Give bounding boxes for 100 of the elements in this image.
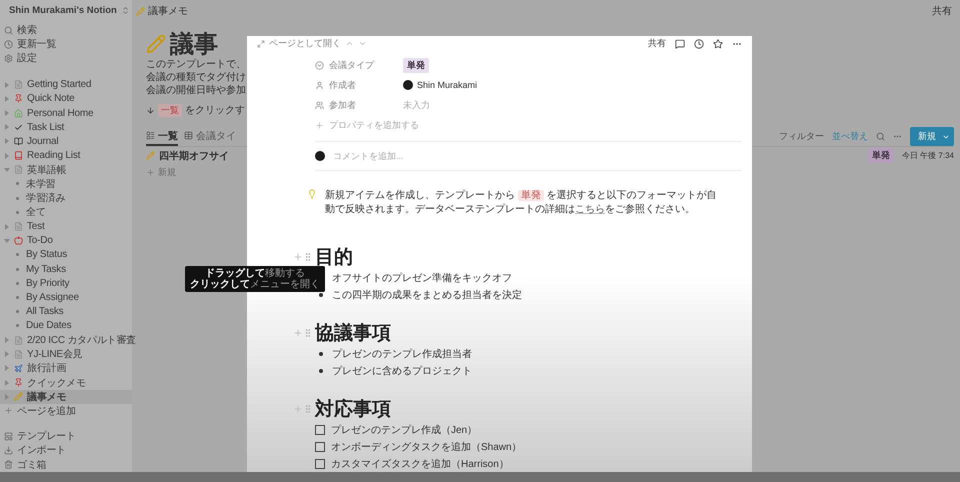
house-icon [14, 108, 23, 118]
description-text: このテンプレートで、 [146, 58, 246, 71]
caret-right-icon[interactable] [4, 152, 10, 159]
sidebar-page[interactable]: 未学習 [26, 176, 56, 191]
caret-right-icon[interactable] [4, 365, 10, 372]
hint-text: をクリックす [185, 104, 245, 117]
drag-handle-icon [303, 252, 313, 262]
caret-right-icon[interactable] [4, 351, 10, 358]
sidebar-page[interactable]: 旅行計画 [27, 361, 66, 376]
share-button[interactable]: 共有 [648, 37, 666, 50]
sidebar-action[interactable]: 検索 [17, 23, 37, 38]
sidebar-page[interactable]: By Assignee [26, 292, 79, 303]
sidebar-page[interactable]: Test [27, 221, 45, 232]
link[interactable]: こちら [575, 204, 605, 215]
sidebar-page[interactable]: All Tasks [26, 306, 64, 318]
sidebar-page[interactable]: 英単語帳 [27, 162, 66, 177]
caret-right-icon[interactable] [4, 96, 10, 102]
bullet-icon [319, 292, 323, 296]
inline-code: 単発 [518, 190, 544, 201]
sidebar-page[interactable]: Getting Started [27, 79, 92, 90]
checkbox[interactable] [315, 442, 325, 452]
caret-down-icon[interactable] [4, 166, 10, 173]
caret-right-icon[interactable] [4, 380, 10, 386]
bullet-text: オフサイトのプレゼン準備をキックオフ [332, 272, 512, 284]
sidebar-page[interactable]: Personal Home [27, 108, 94, 119]
property-name: 参加者 [329, 98, 356, 112]
sidebar-page[interactable]: YJ-LINE会見 [27, 347, 82, 362]
sidebar-action[interactable]: テンプレート [17, 429, 76, 444]
sidebar-page[interactable]: 2/20 ICC カタパルト審査 [27, 333, 136, 348]
view-tab[interactable]: 会議タイ [184, 127, 236, 146]
caret-right-icon[interactable] [4, 224, 10, 230]
share-button[interactable]: 共有 [932, 4, 952, 18]
sidebar-page[interactable]: Due Dates [26, 320, 72, 332]
sidebar-page[interactable]: My Tasks [26, 264, 66, 275]
heading: 協議事項 [315, 322, 391, 346]
bullet-icon [16, 282, 19, 285]
bullet-icon [319, 352, 323, 356]
todo-text: カスタマイズタスクを追加（Harrison） [331, 458, 509, 470]
plus-icon [315, 120, 324, 130]
pencil-icon [14, 392, 23, 402]
caret-down-icon[interactable] [4, 238, 10, 244]
view-icon [146, 131, 155, 140]
check-icon [14, 122, 23, 132]
bullet-icon [16, 324, 19, 328]
row-title[interactable]: 四半期オフサイ [146, 148, 229, 162]
sidebar-action[interactable]: 更新一覧 [17, 37, 56, 52]
switch-icon [120, 6, 130, 14]
sidebar-page[interactable]: By Priority [26, 278, 70, 289]
person-name: Shin Murakami [417, 80, 478, 90]
description-text: 会議の種類でタグ付け [146, 71, 246, 84]
heading: 対応事項 [315, 398, 391, 422]
checkbox[interactable] [315, 458, 325, 468]
sidebar-page[interactable]: To-Do [27, 235, 53, 246]
plane-icon [14, 364, 23, 373]
filter-button[interactable]: フィルター [779, 130, 824, 143]
drag-handle-icon [303, 404, 313, 414]
bullet-icon [16, 310, 19, 314]
caret-right-icon[interactable] [4, 82, 10, 88]
todo-text: プレゼンのテンプレ作成（Jen） [331, 424, 478, 436]
bullet-text: この四半期の成果をまとめる担当者を決定 [332, 288, 522, 302]
view-tab[interactable]: 一覧 [146, 127, 178, 146]
sidebar-page[interactable]: Task List [27, 122, 64, 133]
add-page-link[interactable]: ページを追加 [17, 404, 76, 418]
page-icon [14, 222, 23, 232]
plus-icon [4, 406, 13, 416]
sidebar-page[interactable]: Journal [27, 136, 58, 147]
apple-icon [14, 236, 23, 246]
caret-right-icon[interactable] [4, 138, 10, 144]
plus-icon [293, 252, 303, 262]
caret-right-icon[interactable] [4, 124, 10, 130]
sidebar-page[interactable]: クイックメモ [27, 376, 86, 390]
sidebar-page[interactable]: 全て [26, 205, 46, 220]
bullet-icon [16, 253, 19, 256]
caret-right-icon[interactable] [4, 394, 10, 400]
caret-right-icon[interactable] [4, 110, 10, 116]
sidebar-action[interactable]: インポート [17, 443, 66, 458]
import-icon [4, 446, 13, 455]
bullet-icon [319, 368, 323, 372]
search-icon [876, 132, 885, 141]
new-button[interactable]: 新規 [910, 127, 954, 146]
people-icon [315, 100, 324, 110]
workspace-name[interactable]: Shin Murakami's Notion [9, 4, 117, 16]
plus-icon [146, 168, 155, 176]
comment-field[interactable]: コメントを追加... [331, 150, 531, 162]
sidebar-page[interactable]: Reading List [27, 150, 80, 162]
drag-handle-icon [303, 328, 313, 338]
sidebar-action[interactable]: ゴミ箱 [17, 458, 46, 472]
sidebar-page[interactable]: By Status [26, 249, 67, 260]
plus-icon [293, 404, 303, 414]
bullet-text: プレゼンに含めるプロジェクト [332, 364, 472, 378]
breadcrumb[interactable]: 議事メモ [148, 4, 188, 18]
open-as-page-button[interactable]: ページとして開く [269, 37, 341, 50]
checkbox[interactable] [315, 424, 325, 434]
pin-icon [14, 94, 23, 104]
sidebar-page[interactable]: 学習済み [26, 191, 66, 206]
sidebar-page[interactable]: Quick Note [27, 93, 74, 104]
caret-right-icon[interactable] [4, 337, 10, 344]
bullet-text: プレゼンのテンプレ作成担当者 [332, 348, 472, 360]
sidebar-action[interactable]: 設定 [17, 51, 37, 66]
date-text: 今日 午後 7:34 [902, 150, 954, 161]
